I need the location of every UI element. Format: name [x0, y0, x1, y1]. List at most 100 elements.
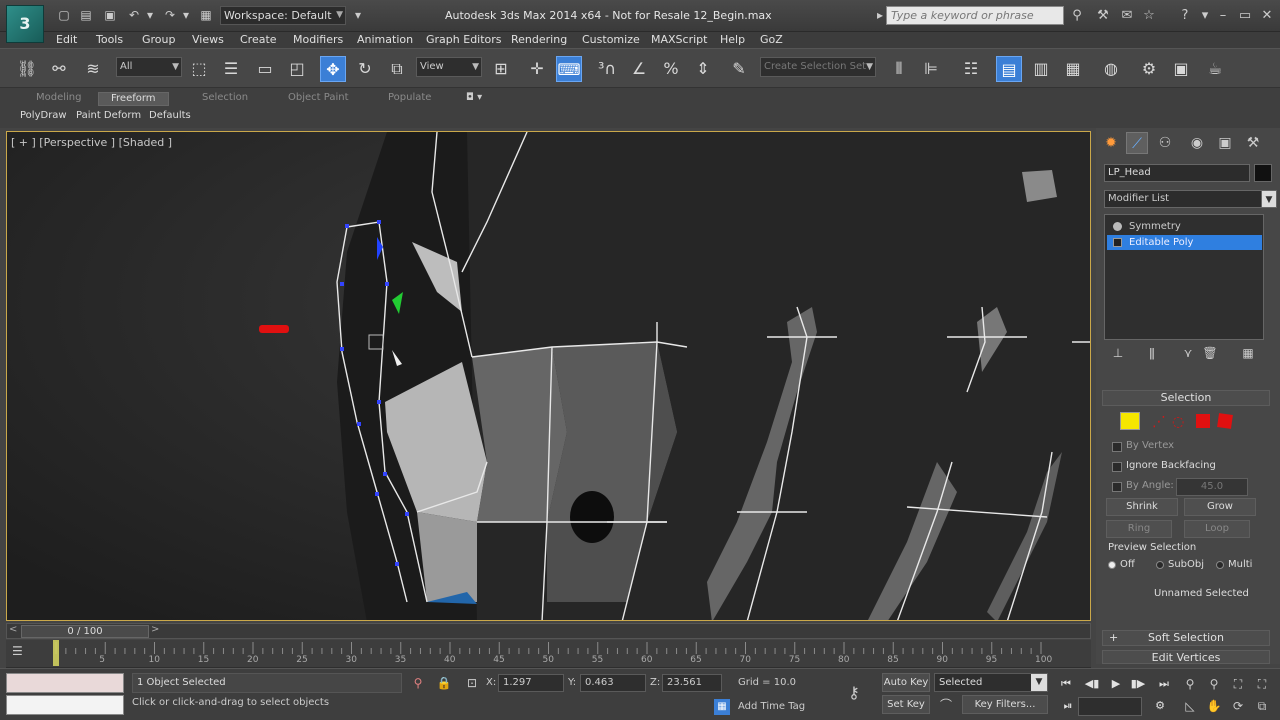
save-file-icon[interactable]: ▣: [102, 7, 118, 23]
menu-group[interactable]: Group: [142, 33, 176, 46]
spinner-snap-icon[interactable]: ⇕: [690, 56, 716, 82]
element-mode-icon[interactable]: [1217, 413, 1233, 429]
ribbon-tab-populate[interactable]: Populate: [388, 92, 431, 106]
undo-icon[interactable]: ↶: [126, 7, 142, 23]
pan-view-icon[interactable]: ✋: [1204, 697, 1224, 715]
eye-icon[interactable]: [1113, 222, 1122, 231]
search-input[interactable]: Type a keyword or phrase: [886, 6, 1064, 25]
show-end-result-icon[interactable]: ǁ: [1144, 346, 1160, 362]
window-crossing-icon[interactable]: ◰: [284, 56, 310, 82]
menu-customize[interactable]: Customize: [582, 33, 640, 46]
object-color-swatch[interactable]: [1254, 164, 1272, 182]
favorites-icon[interactable]: ☆: [1140, 7, 1158, 25]
by-vertex-checkbox[interactable]: [1112, 442, 1122, 452]
project-folder-icon[interactable]: ▦: [198, 7, 214, 23]
open-file-icon[interactable]: ▤: [78, 7, 94, 23]
border-mode-icon[interactable]: ◌: [1172, 414, 1192, 432]
selection-rollout-title[interactable]: Selection: [1102, 390, 1270, 406]
shrink-button[interactable]: Shrink: [1106, 498, 1178, 516]
undo-dropdown-icon[interactable]: ▾: [142, 7, 158, 23]
previous-frame-icon[interactable]: ◀▮: [1082, 675, 1102, 693]
select-rotate-icon[interactable]: ↻: [352, 56, 378, 82]
maxscript-listener-output[interactable]: [6, 673, 124, 693]
track-bar-filter-icon[interactable]: ☰: [12, 644, 28, 660]
app-logo[interactable]: 3: [6, 5, 44, 43]
redo-icon[interactable]: ↷: [162, 7, 178, 23]
viewport-label[interactable]: [ + ] [Perspective ] [Shaded ]: [11, 136, 172, 149]
redo-dropdown-icon[interactable]: ▾: [178, 7, 194, 23]
configure-modifier-sets-icon[interactable]: ▦: [1240, 346, 1256, 362]
edge-mode-icon[interactable]: ⋰: [1152, 414, 1172, 432]
align-icon[interactable]: ⊫: [918, 56, 944, 82]
zoom-extents-icon[interactable]: ⛶: [1228, 675, 1248, 693]
default-tangent-icon[interactable]: ⌒: [938, 697, 954, 713]
zoom-icon[interactable]: ⚲: [1180, 675, 1200, 693]
ribbon-options-icon[interactable]: ◘ ▾: [466, 92, 482, 106]
select-manipulate-icon[interactable]: ✛: [524, 56, 550, 82]
unlink-icon[interactable]: ⚯: [46, 56, 72, 82]
close-icon[interactable]: ✕: [1258, 7, 1276, 25]
go-to-end-icon[interactable]: ⏭: [1154, 675, 1174, 693]
menu-modifiers[interactable]: Modifiers: [293, 33, 343, 46]
perspective-viewport[interactable]: [ + ] [Perspective ] [Shaded ]: [6, 131, 1091, 621]
current-frame-field[interactable]: [1078, 697, 1142, 716]
render-production-icon[interactable]: ☕: [1202, 56, 1228, 82]
communication-icon[interactable]: ✉: [1118, 7, 1136, 25]
auto-key-button[interactable]: Auto Key: [882, 673, 930, 692]
help-dropdown-icon[interactable]: ▾: [1196, 7, 1214, 25]
polygon-mode-icon[interactable]: [1196, 414, 1210, 428]
render-setup-icon[interactable]: ⚙: [1136, 56, 1162, 82]
modifier-list-dropdown[interactable]: Modifier List ▼: [1104, 190, 1277, 208]
soft-selection-rollout-title[interactable]: + Soft Selection: [1102, 630, 1270, 646]
menu-goz[interactable]: GoZ: [760, 33, 783, 46]
angle-snap-icon[interactable]: ∠: [626, 56, 652, 82]
track-bar[interactable]: 5 10 15 20 25 30 35 40 45 50 55 60 65 70 75 80 85 90 95 100…: [6, 640, 1091, 668]
menu-create[interactable]: Create: [240, 33, 277, 46]
preview-subobj-radio[interactable]: [1156, 561, 1164, 569]
menu-help[interactable]: Help: [720, 33, 745, 46]
stack-item-editable-poly[interactable]: Editable Poly: [1107, 235, 1262, 250]
binoculars-icon[interactable]: ⚲: [1068, 7, 1086, 25]
motion-tab-icon[interactable]: ◉: [1186, 132, 1208, 154]
keyboard-shortcut-override-icon[interactable]: ⌨: [556, 56, 582, 82]
layer-manager-icon[interactable]: ☷: [958, 56, 984, 82]
pivot-center-icon[interactable]: ⊞: [488, 56, 514, 82]
named-selection-dropdown[interactable]: Create Selection Set ▼: [760, 57, 876, 77]
rendered-frame-window-icon[interactable]: ▣: [1168, 56, 1194, 82]
menu-edit[interactable]: Edit: [56, 33, 77, 46]
grow-button[interactable]: Grow: [1184, 498, 1256, 516]
select-scale-icon[interactable]: ⧉: [384, 56, 410, 82]
y-coordinate-field[interactable]: 0.463: [580, 674, 646, 692]
bind-space-warp-icon[interactable]: ≋: [80, 56, 106, 82]
snaps-toggle-icon[interactable]: ³∩: [594, 56, 620, 82]
go-to-start-icon[interactable]: ⏮: [1056, 675, 1076, 693]
time-tag-icon[interactable]: ▦: [714, 699, 730, 715]
help-icon[interactable]: ?: [1176, 7, 1194, 25]
object-name-field[interactable]: LP_Head: [1104, 164, 1250, 182]
utilities-tab-icon[interactable]: ⚒: [1242, 132, 1264, 154]
expand-icon[interactable]: [1113, 238, 1122, 247]
key-icon[interactable]: ⚷: [846, 685, 862, 701]
subscription-icon[interactable]: ⚒: [1094, 7, 1112, 25]
set-key-button[interactable]: Set Key: [882, 695, 930, 714]
loop-button[interactable]: Loop: [1184, 520, 1250, 538]
time-slider-thumb[interactable]: 0 / 100: [21, 625, 149, 638]
new-file-icon[interactable]: ▢: [56, 7, 72, 23]
maximize-icon[interactable]: ▭: [1236, 7, 1254, 25]
schematic-view-icon[interactable]: ▦: [1060, 56, 1086, 82]
remove-modifier-icon[interactable]: 🗑: [1202, 346, 1218, 362]
ribbon-paint-deform[interactable]: Paint Deform: [76, 110, 141, 121]
key-filters-button[interactable]: Key Filters...: [962, 695, 1048, 714]
ribbon-defaults[interactable]: Defaults: [149, 110, 191, 121]
reference-coordinate-dropdown[interactable]: View ▼: [416, 57, 482, 77]
time-configuration-icon[interactable]: ⚙: [1150, 697, 1170, 715]
ribbon-tab-freeform[interactable]: Freeform: [98, 92, 169, 106]
minimize-icon[interactable]: –: [1214, 7, 1232, 25]
edit-vertices-rollout-title[interactable]: Edit Vertices: [1102, 650, 1270, 664]
ribbon-tab-object-paint[interactable]: Object Paint: [288, 92, 349, 106]
menu-views[interactable]: Views: [192, 33, 224, 46]
by-angle-checkbox[interactable]: [1112, 482, 1122, 492]
material-editor-icon[interactable]: ◍: [1098, 56, 1124, 82]
ignore-backfacing-checkbox[interactable]: [1112, 462, 1122, 472]
time-slider-prev-icon[interactable]: <: [9, 624, 17, 635]
